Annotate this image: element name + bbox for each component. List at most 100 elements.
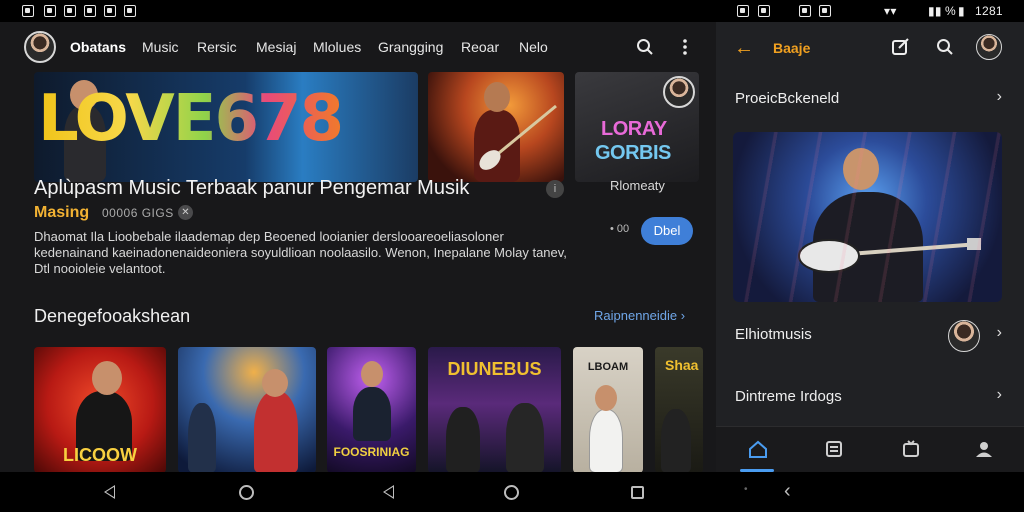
album-card[interactable]: FOOSRINIAG xyxy=(327,347,416,472)
card-artist-figure xyxy=(353,387,391,441)
card-band-member xyxy=(661,409,691,472)
card-artist-head xyxy=(262,369,288,397)
row-artist-avatar xyxy=(948,320,980,352)
tab-music[interactable]: Music xyxy=(142,39,179,55)
panel-row-artist[interactable]: Elhiotmusis › xyxy=(716,316,1024,356)
action-button[interactable]: Dbel xyxy=(641,217,693,245)
row-label: ProeicBckeneld xyxy=(735,90,840,107)
see-all-link[interactable]: Raipnenneidie › xyxy=(594,308,685,323)
tab-mlolues[interactable]: Mlolues xyxy=(313,39,361,55)
profile-icon[interactable] xyxy=(974,439,994,464)
status-bar: ▾▾ ▮▮ % ▮ 1281 xyxy=(0,0,1024,22)
back-icon[interactable] xyxy=(383,485,394,499)
more-options-icon[interactable] xyxy=(682,38,688,59)
panel-title: Baaje xyxy=(773,40,811,56)
dot-icon: • xyxy=(744,484,748,495)
x-notification-icon xyxy=(64,5,76,17)
status-time: 1281 xyxy=(975,4,1003,18)
card-title: FOOSRINIAG xyxy=(333,445,410,459)
back-icon[interactable] xyxy=(104,485,115,499)
feature-description: Dhaomat Ila Lioobebale ilaademap dep Beo… xyxy=(34,229,567,276)
edit-icon[interactable] xyxy=(892,38,910,61)
hero-banner-main[interactable]: LOVE678 xyxy=(34,72,418,182)
stage-lights xyxy=(733,132,1002,302)
profile-avatar[interactable] xyxy=(976,34,1002,60)
info-icon[interactable]: i xyxy=(546,180,564,198)
panel-row-trending[interactable]: Dintreme Irdogs › xyxy=(716,378,1024,418)
chevron-right-icon: › xyxy=(996,88,1002,105)
search-icon[interactable] xyxy=(636,38,654,59)
wifi-icon: ▾▾ xyxy=(884,4,897,18)
feature-title: Aplùpasm Music Terbaak panur Pengemar Mu… xyxy=(34,177,470,199)
image-notification-icon xyxy=(22,5,34,17)
tab-reoar[interactable]: Reoar xyxy=(461,39,499,55)
recents-icon[interactable] xyxy=(631,486,644,499)
card-title: LICOOW xyxy=(63,445,137,465)
secondary-caption: Rlomeaty xyxy=(610,178,665,193)
bottom-navigation xyxy=(716,426,1024,472)
media-notification-icon xyxy=(799,5,811,17)
x-notification-icon xyxy=(819,5,831,17)
card-title: Shaa xyxy=(665,357,699,373)
card-artist-head xyxy=(92,361,122,395)
signal-icon: ▮▮ xyxy=(928,4,942,18)
see-all-label: Raipnenneidie xyxy=(594,308,678,323)
card-title: DIUNEBUS xyxy=(447,359,542,379)
chevron-right-icon: › xyxy=(996,324,1002,341)
tab-mesiaj[interactable]: Mesiaj xyxy=(256,39,296,55)
card-band-member xyxy=(188,403,216,472)
guitar-icon xyxy=(479,104,557,170)
message-notification-icon xyxy=(84,5,96,17)
tab-nelo[interactable]: Nelo xyxy=(519,39,548,55)
tab-grangging[interactable]: Grangging xyxy=(378,39,443,55)
card-band-member xyxy=(506,403,544,472)
library-icon[interactable] xyxy=(824,439,844,464)
hero-banner-guitarist[interactable] xyxy=(428,72,564,182)
chevron-right-icon: › xyxy=(996,386,1002,403)
top-navigation: Obatans Music Rersic Mesiaj Mlolues Gran… xyxy=(0,22,716,74)
detail-panel: ← Baaje ProeicBckeneld › Elhiotmusis › D… xyxy=(716,22,1024,472)
album-card[interactable]: LBOAM xyxy=(573,347,643,472)
album-card[interactable]: DIUNEBUS xyxy=(428,347,561,472)
home-icon[interactable] xyxy=(748,439,768,464)
hero-logo-text: LOVE678 xyxy=(38,82,344,156)
section-title: Denegefooakshean xyxy=(34,306,191,326)
tab-rersic[interactable]: Rersic xyxy=(197,39,237,55)
row-label: Elhiotmusis xyxy=(735,326,812,343)
user-avatar[interactable] xyxy=(24,31,56,63)
panel-row-background[interactable]: ProeicBckeneld › xyxy=(716,80,1024,120)
album-card[interactable]: LICOOW xyxy=(34,347,166,472)
hero-banner-secondary[interactable]: LORAY GORBIS xyxy=(575,72,699,182)
chevron-left-icon[interactable]: ‹ xyxy=(784,480,791,503)
home-circle-icon[interactable] xyxy=(239,485,254,500)
featured-artist-image[interactable] xyxy=(733,132,1002,302)
pager-dots: • 00 xyxy=(610,223,630,235)
battery-icon: ▮ xyxy=(958,4,965,18)
artist-thumb xyxy=(663,76,695,108)
row-label: Dintreme Irdogs xyxy=(735,388,842,405)
system-navigation-bar: • ‹ xyxy=(0,472,1024,512)
card-band-member xyxy=(446,407,480,472)
secondary-logo-bottom: GORBIS xyxy=(595,142,671,164)
search-icon[interactable] xyxy=(936,38,954,61)
battery-percent: % xyxy=(945,4,956,18)
cast-icon[interactable] xyxy=(901,439,921,464)
home-circle-icon[interactable] xyxy=(504,485,519,500)
gallery-notification-icon xyxy=(758,5,770,17)
card-artist-figure xyxy=(589,409,623,472)
album-card[interactable] xyxy=(178,347,316,472)
app-notification-icon xyxy=(124,5,136,17)
dismiss-icon[interactable]: ✕ xyxy=(178,205,193,220)
back-arrow-icon[interactable]: ← xyxy=(734,37,754,60)
card-artist-head xyxy=(595,385,617,411)
gallery-notification-icon xyxy=(44,5,56,17)
secondary-logo-top: LORAY xyxy=(601,118,667,140)
card-title: LBOAM xyxy=(587,361,629,373)
card-artist-figure xyxy=(254,391,298,472)
album-card[interactable]: Shaa xyxy=(655,347,703,472)
artist-name[interactable]: Masing xyxy=(34,204,89,222)
tab-obatans[interactable]: Obatans xyxy=(70,39,126,55)
image-notification-icon xyxy=(737,5,749,17)
music-app-main: Obatans Music Rersic Mesiaj Mlolues Gran… xyxy=(0,22,716,472)
feature-meta: 00006 GIGS xyxy=(102,206,174,220)
